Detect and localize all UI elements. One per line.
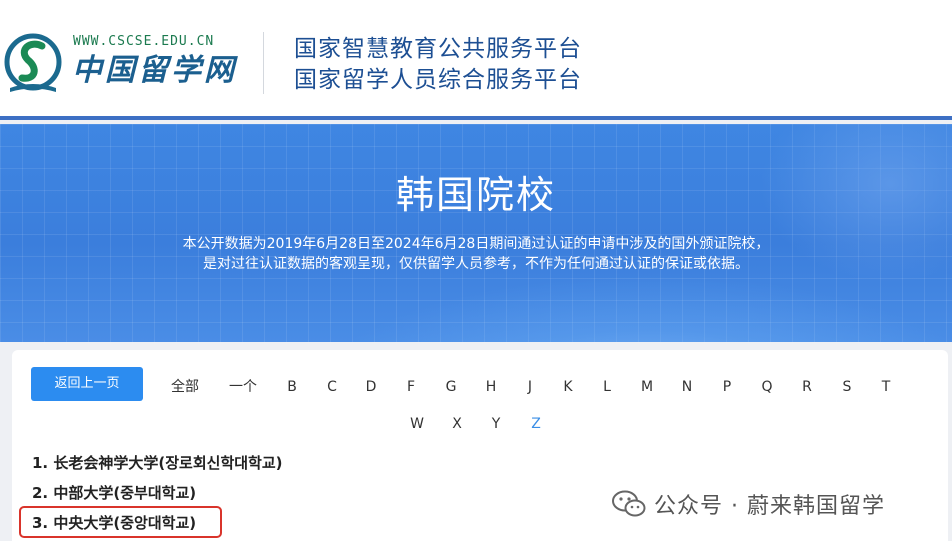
filter-letter-w[interactable]: W — [406, 415, 428, 433]
school-name-cn: 中部大学 — [53, 484, 114, 502]
filter-letter-n[interactable]: N — [676, 378, 698, 396]
school-name-cn: 长老会神学大学 — [53, 454, 159, 472]
logo-name-text[interactable]: 中国留学网 — [72, 53, 237, 89]
filter-letter-y[interactable]: Y — [486, 415, 506, 433]
filter-single[interactable]: 一个 — [224, 378, 262, 396]
filter-all[interactable]: 全部 — [166, 378, 204, 396]
filter-letter-t[interactable]: T — [876, 378, 896, 396]
filter-letter-d[interactable]: D — [361, 378, 381, 396]
wechat-icon — [612, 490, 646, 517]
school-name-ko: (장로회신학대학교) — [158, 454, 283, 472]
filter-letter-c[interactable]: C — [322, 378, 342, 396]
site-header: WWW.CSCSE.EDU.CN 中国留学网 国家智慧教育公共服务平台 国家留学… — [0, 0, 952, 120]
banner-description-line-2: 是对过往认证数据的客观呈现，仅供留学人员参考，不作为任何通过认证的保证或依据。 — [203, 256, 749, 272]
school-index: 1. — [32, 454, 49, 472]
watermark-text: 公众号 · 蔚来韩国留学 — [654, 494, 885, 519]
filter-letter-l[interactable]: L — [597, 378, 617, 396]
filter-letter-k[interactable]: K — [558, 378, 578, 396]
header-divider — [263, 32, 264, 94]
school-index: 2. — [32, 484, 49, 502]
banner-description-line-1: 本公开数据为2019年6月28日至2024年6月28日期间通过认证的申请中涉及的… — [182, 236, 770, 252]
filter-letter-j[interactable]: J — [520, 378, 540, 396]
filter-letter-b[interactable]: B — [282, 378, 302, 396]
logo-url-text: WWW.CSCSE.EDU.CN — [73, 34, 215, 49]
filter-letter-p[interactable]: P — [717, 378, 737, 396]
filter-letter-z-active[interactable]: Z — [526, 415, 546, 433]
platform-title-overseas-study[interactable]: 国家留学人员综合服务平台 — [294, 66, 582, 94]
filter-letter-q[interactable]: Q — [757, 378, 777, 396]
filter-letter-x[interactable]: X — [447, 415, 467, 433]
back-button[interactable]: 返回上一页 — [31, 367, 143, 401]
filter-letter-f[interactable]: F — [401, 378, 421, 396]
filter-letter-h[interactable]: H — [481, 378, 501, 396]
school-list-item[interactable]: 1. 长老会神学大学(장로회신학대학교) — [32, 453, 283, 473]
filter-letter-m[interactable]: M — [636, 378, 658, 396]
platform-title-education[interactable]: 国家智慧教育公共服务平台 — [294, 35, 582, 63]
filter-letter-r[interactable]: R — [797, 378, 817, 396]
school-name-ko: (중부대학교) — [113, 484, 197, 502]
cscse-logo-icon[interactable] — [2, 30, 64, 98]
filter-letter-s[interactable]: S — [837, 378, 857, 396]
highlight-annotation-box — [19, 506, 222, 538]
wechat-watermark: 公众号 · 蔚来韩国留学 — [612, 488, 885, 520]
page-title: 韩国院校 — [395, 173, 556, 217]
school-list-item[interactable]: 2. 中部大学(중부대학교) — [32, 483, 196, 503]
page-banner — [0, 124, 952, 342]
filter-letter-g[interactable]: G — [441, 378, 461, 396]
